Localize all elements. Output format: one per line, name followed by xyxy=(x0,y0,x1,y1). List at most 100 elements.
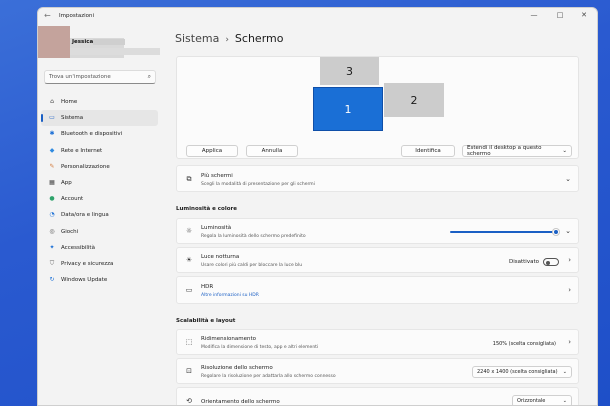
brightness-slider[interactable] xyxy=(450,229,559,235)
search-input[interactable]: Trova un'impostazione ⌕ xyxy=(44,70,156,84)
multi-display-card[interactable]: ⧉ Più schermi Scegli la modalità di pres… xyxy=(176,165,579,192)
chevron-down-icon[interactable]: ⌄ xyxy=(565,227,571,235)
chevron-right-icon[interactable]: › xyxy=(568,256,571,264)
breadcrumb-parent[interactable]: Sistema xyxy=(175,32,219,45)
user-name: Jessica xyxy=(72,39,94,45)
sidebar-item-label: Windows Update xyxy=(61,277,108,284)
apps-icon: ▦ xyxy=(49,178,55,186)
sidebar-item-home[interactable]: ⌂ Home xyxy=(41,94,158,110)
hdr-icon: ▭ xyxy=(185,286,193,294)
close-icon[interactable]: ✕ xyxy=(577,11,591,19)
accessibility-icon: ✦ xyxy=(49,243,55,251)
scale-icon: ⬚ xyxy=(185,338,193,346)
sidebar-item-label: Giochi xyxy=(61,228,79,235)
display-mode-dropdown[interactable]: Estendi il desktop a questo schermo ⌄ xyxy=(462,145,572,157)
orientation-title: Orientamento dello schermo xyxy=(201,399,280,405)
resolution-dropdown[interactable]: 2240 x 1400 (scelta consigliata) ⌄ xyxy=(472,366,572,378)
sidebar-nav: ⌂ Home ▭ Sistema ✱ Bluetooth e dispositivi ◆ Re… xyxy=(41,94,158,288)
resolution-value: 2240 x 1400 (scelta consigliata) xyxy=(477,369,558,375)
breadcrumb: Sistema › Schermo xyxy=(175,32,283,45)
multi-display-icon: ⧉ xyxy=(186,175,192,183)
resolution-desc: Regolare la risoluzione per adattarla al… xyxy=(201,374,336,379)
search-icon[interactable]: ⌕ xyxy=(148,73,151,81)
orientation-card: ⟲ Orientamento dello schermo Orizzontale… xyxy=(176,387,579,405)
sidebar-item-label: Bluetooth e dispositivi xyxy=(61,131,123,138)
multi-display-title: Più schermi xyxy=(201,173,233,179)
sidebar-item-label: Data/ora e lingua xyxy=(61,212,109,219)
sidebar-item-data-ora-e-lingua[interactable]: ◔ Data/ora e lingua xyxy=(41,207,158,223)
brightness-desc: Regola la luminosità dello schermo prede… xyxy=(201,234,306,239)
display-mode-value: Estendi il desktop a questo schermo xyxy=(467,145,542,157)
scale-card[interactable]: ⬚ Ridimensionamento Modifica la dimensio… xyxy=(176,329,579,355)
avatar[interactable] xyxy=(38,26,70,58)
sidebar-item-giochi[interactable]: ◎ Giochi xyxy=(41,224,158,240)
sidebar-item-label: Sistema xyxy=(61,115,84,122)
toggle-knob xyxy=(546,260,550,265)
account-icon: ● xyxy=(49,195,55,203)
night-light-toggle[interactable] xyxy=(543,258,559,266)
chevron-right-icon[interactable]: › xyxy=(568,338,571,346)
chevron-down-icon: ⌄ xyxy=(562,398,567,404)
display-arrangement-panel: 3 2 1 Applica Annulla Identifica Estendi… xyxy=(176,56,579,159)
sidebar-item-label: Rete e Internet xyxy=(61,147,103,154)
arrow-left-icon[interactable]: ← xyxy=(44,11,51,20)
chevron-down-icon: ⌄ xyxy=(562,369,567,375)
scale-desc: Modifica la dimensione di testo, app e a… xyxy=(201,345,319,350)
sidebar-item-accessibilit[interactable]: ✦ Accessibilità xyxy=(41,240,158,256)
section-heading-scale: Scalabilità e layout xyxy=(176,318,236,324)
cancel-button[interactable]: Annulla xyxy=(246,145,298,157)
monitor-1[interactable]: 1 xyxy=(313,87,383,131)
resolution-card: ⊡ Risoluzione dello schermo Regolare la … xyxy=(176,358,579,384)
user-email-redacted xyxy=(70,48,160,55)
main-content: Sistema › Schermo 3 2 1 Applica Annulla Id… xyxy=(173,26,597,405)
identify-button[interactable]: Identifica xyxy=(401,145,455,157)
night-light-card[interactable]: ☀ Luce notturna Usare colori più caldi p… xyxy=(176,247,579,273)
window-title: Impostazioni xyxy=(59,13,95,19)
sidebar-item-personalizzazione[interactable]: ✎ Personalizzazione xyxy=(41,159,158,175)
search-placeholder: Trova un'impostazione xyxy=(49,74,111,80)
sidebar-item-label: Home xyxy=(61,99,78,105)
scale-value: 150% (scelta consigliata) xyxy=(492,341,556,347)
hdr-link[interactable]: Altre informazioni su HDR xyxy=(201,293,259,298)
resolution-title: Risoluzione dello schermo xyxy=(201,365,273,371)
update-icon: ↻ xyxy=(49,276,55,284)
sidebar: Jessica Trova un'impostazione ⌕ ⌂ Home ▭ Si… xyxy=(38,26,163,405)
home-icon: ⌂ xyxy=(50,98,54,105)
orientation-icon: ⟲ xyxy=(186,397,192,405)
monitor-3[interactable]: 3 xyxy=(320,57,379,85)
slider-thumb[interactable] xyxy=(553,229,559,235)
resolution-icon: ⊡ xyxy=(186,367,192,375)
maximize-icon[interactable]: □ xyxy=(553,11,567,19)
apply-button[interactable]: Applica xyxy=(186,145,238,157)
user-surname-redacted xyxy=(93,39,125,45)
settings-window: ← Impostazioni — □ ✕ Jessica Trova un'im… xyxy=(37,7,598,406)
sidebar-item-windows-update[interactable]: ↻ Windows Update xyxy=(41,272,158,288)
night-light-state: Disattivato xyxy=(509,259,539,265)
hdr-card[interactable]: ▭ HDR Altre informazioni su HDR › xyxy=(176,276,579,304)
chevron-right-icon[interactable]: › xyxy=(568,286,571,294)
chevron-down-icon: ⌄ xyxy=(562,148,567,154)
sidebar-item-app[interactable]: ▦ App xyxy=(41,175,158,191)
sidebar-item-rete-e-internet[interactable]: ◆ Rete e Internet xyxy=(41,143,158,159)
sidebar-item-privacy-e-sicurezza[interactable]: ⛉ Privacy e sicurezza xyxy=(41,256,158,272)
sidebar-item-label: App xyxy=(61,179,72,186)
sidebar-item-sistema[interactable]: ▭ Sistema xyxy=(41,110,158,127)
sidebar-item-bluetooth-e-dispositivi[interactable]: ✱ Bluetooth e dispositivi xyxy=(41,126,158,142)
chevron-right-icon: › xyxy=(225,35,229,45)
brush-icon: ✎ xyxy=(49,162,55,170)
section-heading-brightness: Luminosità e colore xyxy=(176,206,237,212)
monitor-2[interactable]: 2 xyxy=(384,83,444,117)
bluetooth-icon: ✱ xyxy=(49,130,55,138)
network-icon: ◆ xyxy=(49,146,55,154)
gamepad-icon: ◎ xyxy=(49,227,55,235)
sidebar-item-label: Accessibilità xyxy=(61,244,95,251)
orientation-dropdown[interactable]: Orizzontale ⌄ xyxy=(512,395,572,405)
sidebar-item-account[interactable]: ● Account xyxy=(41,191,158,207)
minimize-icon[interactable]: — xyxy=(527,11,541,19)
sidebar-item-label: Privacy e sicurezza xyxy=(61,260,114,267)
system-icon: ▭ xyxy=(49,114,55,122)
page-title: Schermo xyxy=(234,32,284,45)
chevron-down-icon[interactable]: ⌄ xyxy=(565,175,571,183)
brightness-title: Luminosità xyxy=(201,225,232,231)
brightness-card[interactable]: ☼ Luminosità Regola la luminosità dello … xyxy=(176,218,579,244)
